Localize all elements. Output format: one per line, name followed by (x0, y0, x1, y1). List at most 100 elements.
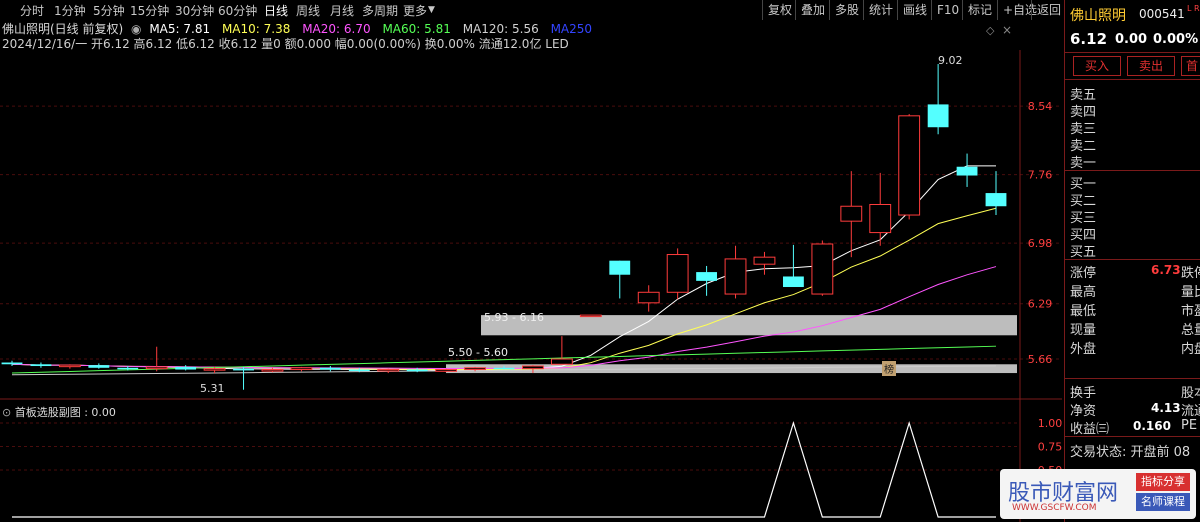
y-tick-label: 8.54 (1028, 100, 1053, 113)
candle-body-down (956, 166, 978, 176)
buy-button[interactable]: 买入 (1073, 56, 1121, 76)
candle-body-down (233, 368, 254, 371)
candle-body-up (377, 369, 400, 372)
chevron-down-icon[interactable]: ▼ (428, 5, 435, 15)
low-price-label: 5.31 (200, 382, 225, 395)
ranking-badge[interactable]: 榜 (882, 361, 896, 376)
candle-body-up (637, 291, 660, 304)
period-tab-monthly[interactable]: 月线 (330, 2, 354, 19)
candle-body-up (522, 365, 544, 370)
ma250-label: MA250 (550, 22, 593, 36)
stat-tail-label: 量比 (1181, 285, 1200, 300)
stat-tail-label: 内盘 (1181, 342, 1200, 357)
diamond-icon[interactable]: ◇ (986, 24, 994, 37)
draw-button[interactable]: 画线 (897, 0, 932, 20)
period-tab-more[interactable]: 更多 (403, 2, 427, 19)
candle-body-up (840, 205, 863, 222)
period-tab-5min[interactable]: 5分钟 (93, 2, 125, 19)
sell-button[interactable]: 卖出 (1127, 56, 1175, 76)
candle-body-up (579, 314, 602, 318)
candle-body-down (117, 367, 139, 370)
candle-body-down (609, 260, 631, 275)
stat-label: 外盘 (1070, 342, 1097, 357)
candle-body-down (927, 104, 949, 128)
stat-tail-label: 市盈 (1181, 304, 1200, 319)
first-button[interactable]: 首 (1181, 56, 1200, 76)
stock-title: 佛山照明(日线 前复权) (2, 22, 124, 36)
period-tab-60min[interactable]: 60分钟 (218, 2, 257, 19)
period-tab-multi[interactable]: 多周期 (362, 2, 398, 19)
buy-level-5: 买五 (1070, 245, 1097, 260)
candle-body-up (666, 254, 689, 293)
period-tab-weekly[interactable]: 周线 (296, 2, 320, 19)
stats-button[interactable]: 统计 (863, 0, 898, 20)
candle-body-up (753, 256, 776, 265)
candle-body-up (58, 364, 81, 368)
period-tab-30min[interactable]: 30分钟 (175, 2, 214, 19)
panel-change: 0.00 (1115, 32, 1148, 47)
period-tab-1min[interactable]: 1分钟 (54, 2, 86, 19)
stat-tail-label: 总量 (1181, 323, 1200, 338)
candle-body-down (348, 369, 370, 372)
chart-title-line: 佛山照明(日线 前复权) ◉ MA5: 7.81 MA10: 7.38 MA20… (2, 20, 592, 36)
candle-body-up (724, 258, 747, 295)
candle-body-up (464, 367, 486, 371)
stat-label: 涨停 (1070, 266, 1097, 281)
candle-body-up (811, 243, 834, 295)
multi-stock-button[interactable]: 多股 (829, 0, 864, 20)
candle-body-up (898, 115, 921, 216)
back-button[interactable]: 返回 (1031, 0, 1066, 20)
high-price-label: 9.02 (938, 54, 963, 67)
sub-chart-title: ⊙ 首板选股副图 : 0.00 (2, 406, 116, 419)
panel-pct: 0.00% (1153, 32, 1199, 47)
candle-body-down (1, 362, 23, 365)
sub-y-tick-label: 0.75 (1038, 441, 1062, 454)
stat-value: 4.13 (1151, 401, 1181, 415)
candle-body-up (869, 203, 892, 234)
stat-label: 收益㈢ (1070, 422, 1110, 437)
y-tick-label: 7.76 (1028, 169, 1053, 182)
ma120-label: MA120: 5.56 (462, 22, 539, 36)
candle-body-up (290, 367, 313, 371)
candlestick-chart[interactable]: 8.547.766.986.295.66 1.000.750.50 (0, 50, 1062, 522)
candle-body-down (175, 366, 197, 370)
stat-label: 净资 (1070, 404, 1097, 419)
adjust-button[interactable]: 复权 (762, 0, 797, 20)
period-tab-15min[interactable]: 15分钟 (130, 2, 169, 19)
overlay-button[interactable]: 叠加 (795, 0, 830, 20)
period-tab-daily[interactable]: 日线 (264, 2, 288, 19)
candle-body-down (30, 364, 52, 367)
sell-level-1: 卖一 (1070, 156, 1097, 171)
quote-panel: 佛山照明 000541 L R 6.12 0.00 0.00% 买入 卖出 首 … (1064, 0, 1200, 522)
y-tick-label: 6.98 (1028, 237, 1053, 250)
ma20-label: MA20: 6.70 (302, 22, 371, 36)
stat-label: 最低 (1070, 304, 1097, 319)
zone-upper-label: 5.93 - 6.16 (484, 311, 544, 324)
candle-body-up (261, 369, 284, 372)
site-watermark: 股市财富网 指标分享 名师课程 WWW.GSCFW.COM (1000, 469, 1196, 519)
stat-tail-label: 流通 (1181, 404, 1200, 419)
chevron-down-icon[interactable]: ⊙ (2, 406, 11, 419)
resistance-zone (481, 315, 1017, 336)
ma5-line (11, 165, 996, 371)
y-tick-label: 6.29 (1028, 298, 1053, 311)
mark-button[interactable]: 标记 (962, 0, 997, 20)
ma60-label: MA60: 5.81 (382, 22, 451, 36)
settings-icon[interactable]: ◉ (131, 22, 141, 36)
y-tick-label: 5.66 (1028, 353, 1053, 366)
candle-body-down (985, 193, 1007, 207)
stat-value: 0.160 (1133, 419, 1171, 433)
candle-body-down (493, 367, 515, 370)
close-icon[interactable]: × (1002, 23, 1012, 37)
f10-button[interactable]: F10 (931, 0, 964, 20)
stat-tail-label: PE (1181, 418, 1198, 433)
panel-stock-code: 000541 (1139, 7, 1185, 21)
stat-tail-label: 跌停 (1181, 266, 1200, 281)
candle-body-down (319, 367, 341, 370)
candle-body-down (782, 276, 804, 288)
trade-state: 交易状态: 开盘前 08 (1070, 445, 1191, 460)
candle-body-down (696, 272, 718, 281)
period-tab-intraday[interactable]: 分时 (20, 2, 44, 19)
stat-label: 最高 (1070, 285, 1097, 300)
stat-tail-label: 股本 (1181, 386, 1200, 401)
